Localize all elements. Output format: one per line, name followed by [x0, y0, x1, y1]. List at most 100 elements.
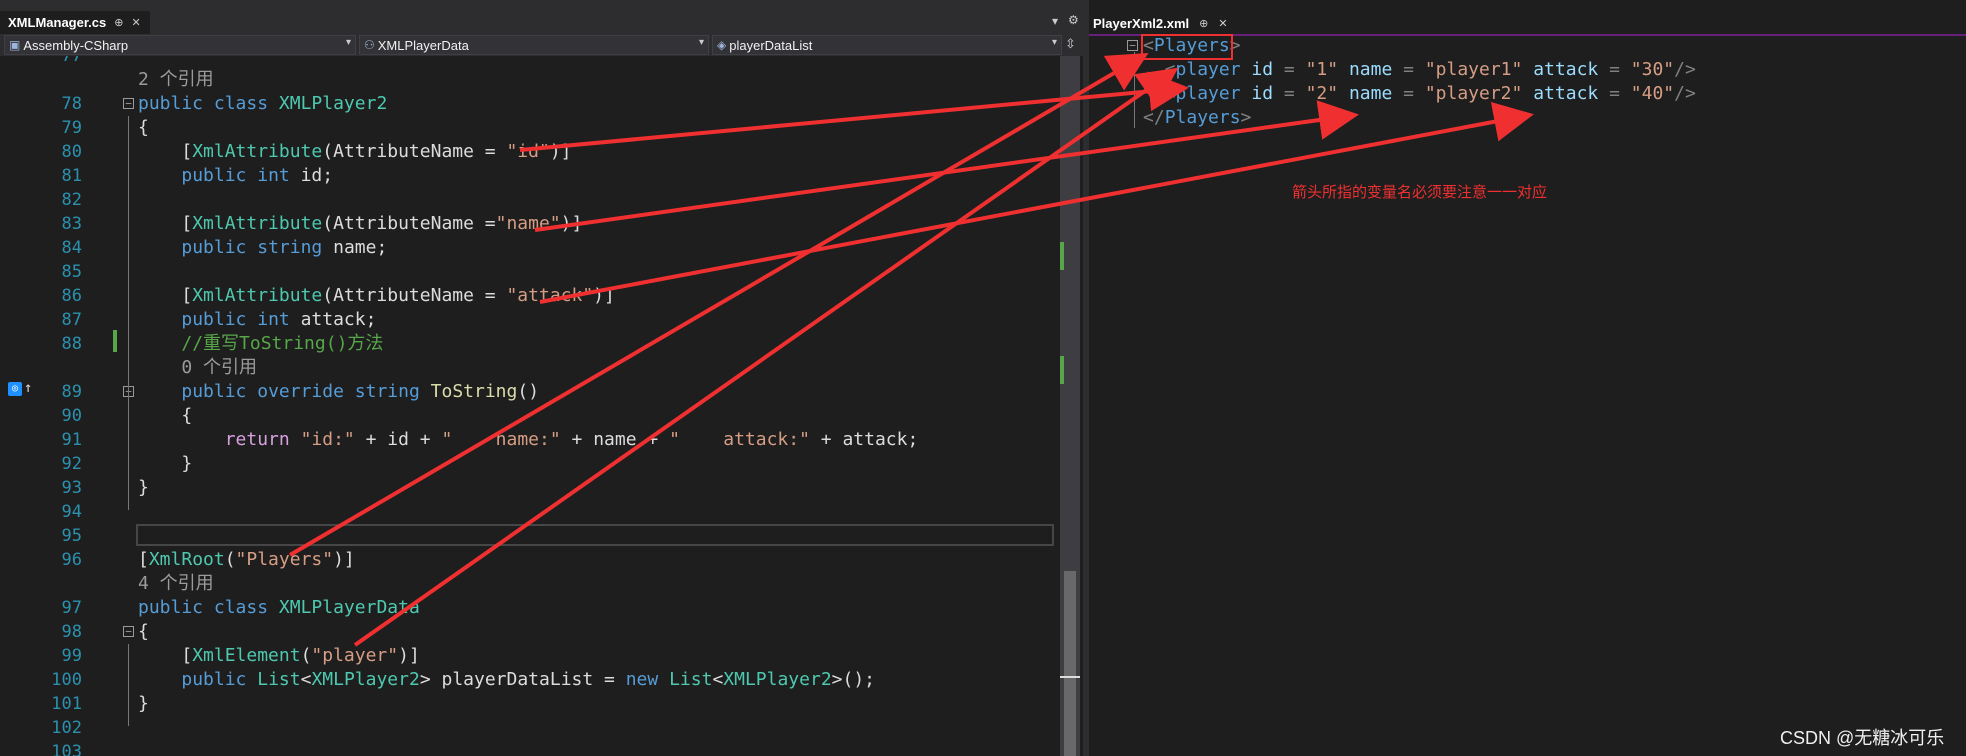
xml-token: <	[1143, 59, 1176, 80]
pin-icon[interactable]: ⊕	[114, 16, 123, 29]
change-bar	[113, 330, 117, 352]
code-token: [	[138, 549, 149, 570]
code-token: XmlAttribute	[192, 213, 323, 234]
code-token: "player"	[311, 645, 399, 666]
override-marker-icon[interactable]: ◎	[8, 382, 22, 396]
code-token: >();	[831, 669, 876, 690]
member-label: playerDataList	[729, 37, 813, 53]
code-token: XMLPlayer2	[278, 93, 388, 114]
tab-playerxml2[interactable]: PlayerXml2.xml ⊕ ✕	[1089, 12, 1243, 34]
collapse-icon[interactable]: −	[123, 98, 134, 109]
code-text: //重写ToString()方法	[138, 332, 383, 356]
xml-token: player	[1175, 59, 1241, 80]
code-token: XMLPlayer2	[723, 669, 832, 690]
code-line: 89 public override string ToString()	[0, 380, 1060, 404]
code-token: public	[181, 165, 247, 186]
code-token: name;	[322, 237, 388, 258]
left-tab-strip: XMLManager.cs ⊕ ✕ ▾ ⚙	[0, 0, 1083, 36]
code-token: public	[181, 669, 247, 690]
collapse-icon[interactable]: −	[1127, 40, 1138, 51]
vertical-scrollbar[interactable]	[1060, 56, 1080, 756]
code-token: )]	[560, 213, 583, 234]
code-token: (AttributeName =	[322, 285, 507, 306]
xml-token: id	[1251, 59, 1274, 80]
chevron-down-icon: ▾	[345, 37, 351, 48]
scroll-caret-mark	[1060, 676, 1080, 678]
code-text: [XmlRoot("Players")]	[138, 548, 355, 572]
code-text: 4 个引用	[138, 572, 214, 596]
code-line: 86 [XmlAttribute(AttributeName = "attack…	[0, 284, 1060, 308]
line-number: 93	[61, 478, 82, 498]
scrollbar-thumb[interactable]	[1064, 571, 1076, 756]
code-text: public List<XMLPlayer2> playerDataList =…	[138, 668, 875, 692]
code-editor[interactable]: 77 2 个引用 78 public class XMLPlayer2 79{80 [X…	[0, 56, 1060, 756]
line-number: 100	[51, 670, 82, 690]
code-token: {	[138, 117, 149, 138]
line-number: 85	[61, 262, 82, 282]
close-icon[interactable]: ✕	[131, 16, 140, 29]
code-token: //重写ToString()方法	[181, 333, 384, 354]
tab-xmlmanager[interactable]: XMLManager.cs ⊕ ✕	[0, 11, 150, 34]
code-text: [XmlAttribute(AttributeName = "id")]	[138, 140, 571, 164]
code-token: public	[181, 381, 247, 402]
xml-token: "40"	[1630, 83, 1675, 104]
code-token: "attack"	[506, 285, 594, 306]
code-token: )]	[333, 549, 355, 570]
xml-token: "2"	[1305, 83, 1339, 104]
line-number: 99	[61, 646, 82, 666]
code-token: "id:"	[300, 429, 355, 450]
code-token: > playerDataList =	[419, 669, 626, 690]
code-text: 2 个引用	[138, 68, 214, 92]
split-icon[interactable]: ⇳	[1065, 36, 1076, 56]
xml-token	[1241, 83, 1252, 104]
code-token: 4 个引用	[138, 573, 214, 594]
code-token: override	[257, 381, 344, 402]
xml-token: "1"	[1305, 59, 1339, 80]
xml-token	[1338, 83, 1349, 104]
code-token: string	[354, 381, 420, 402]
code-token: " name:"	[441, 429, 561, 450]
xml-token: =	[1273, 83, 1306, 104]
tab-menu-icon[interactable]: ▾	[1052, 14, 1058, 28]
line-number: 92	[61, 454, 82, 474]
xml-token	[1241, 59, 1252, 80]
line-number: 81	[61, 166, 82, 186]
code-line: 85	[0, 260, 1060, 284]
member-dropdown[interactable]: ◈ playerDataList ▾	[712, 35, 1062, 55]
gear-icon[interactable]: ⚙	[1068, 13, 1079, 27]
code-token: {	[138, 405, 193, 426]
line-number: 79	[61, 118, 82, 138]
project-dropdown[interactable]: ▣ Assembly-CSharp ▾	[4, 35, 356, 55]
xml-token	[1522, 59, 1533, 80]
fold-guide	[128, 404, 129, 486]
line-number: 83	[61, 214, 82, 234]
xml-token: =	[1392, 83, 1425, 104]
line-number: 103	[51, 742, 82, 756]
code-token: {	[138, 621, 149, 642]
code-line: 91 return "id:" + id + " name:" + name +…	[0, 428, 1060, 452]
xml-token: attack	[1533, 59, 1599, 80]
xml-token: <	[1143, 83, 1176, 104]
code-line: 84 public string name;	[0, 236, 1060, 260]
project-label: Assembly-CSharp	[23, 37, 129, 53]
close-icon[interactable]: ✕	[1218, 17, 1227, 30]
code-text: return "id:" + id + " name:" + name + " …	[138, 428, 919, 452]
code-line: 97 public class XMLPlayerData	[0, 596, 1060, 620]
code-line: 90 {	[0, 404, 1060, 428]
code-text: public class XMLPlayerData	[138, 596, 420, 620]
xml-token	[1338, 59, 1349, 80]
line-number: 77	[61, 56, 82, 66]
xml-token: name	[1348, 59, 1393, 80]
code-token: XmlRoot	[148, 549, 225, 570]
class-dropdown[interactable]: ⚇ XMLPlayerData ▾	[359, 35, 709, 55]
pin-icon[interactable]: ⊕	[1199, 17, 1208, 30]
code-token: 2 个引用	[138, 69, 214, 90]
xml-token: </	[1143, 107, 1165, 128]
collapse-icon[interactable]: −	[123, 626, 134, 637]
